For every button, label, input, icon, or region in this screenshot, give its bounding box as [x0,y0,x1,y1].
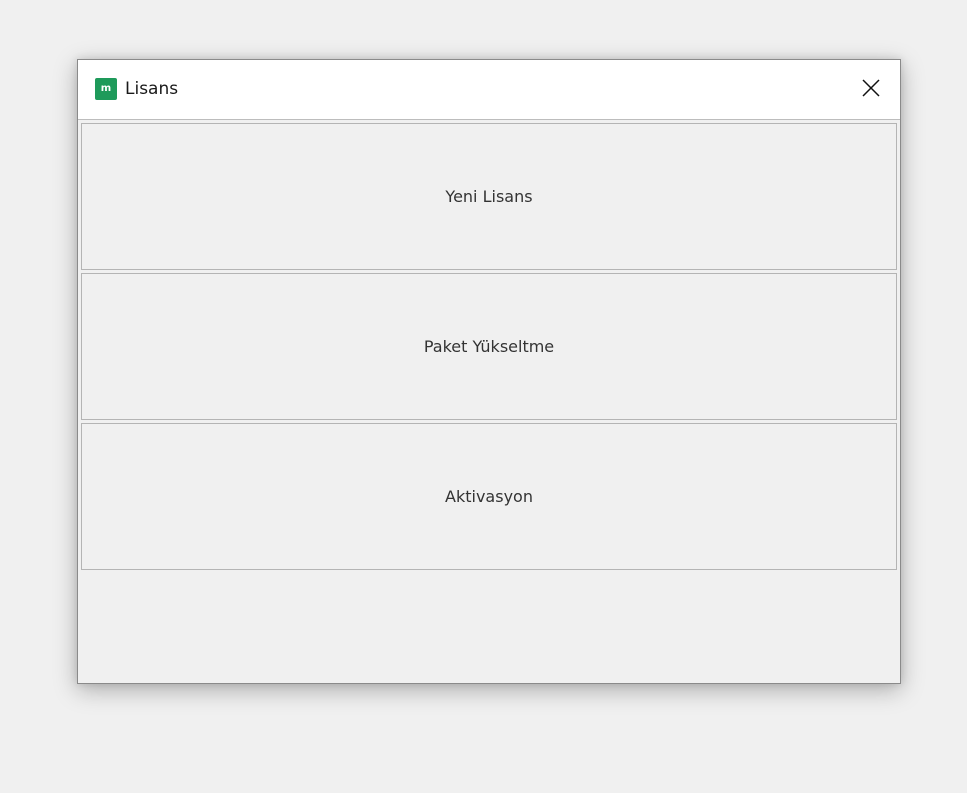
activation-button[interactable]: Aktivasyon [81,423,897,570]
license-dialog: m Lisans Yeni Lisans Paket Yükseltme Akt… [77,59,901,684]
package-upgrade-button[interactable]: Paket Yükseltme [81,273,897,420]
window-title: Lisans [125,79,179,99]
desktop-background: m Lisans Yeni Lisans Paket Yükseltme Akt… [0,0,967,793]
new-license-button[interactable]: Yeni Lisans [81,123,897,270]
close-button[interactable] [840,60,900,119]
title-bar: m Lisans [78,60,900,120]
close-icon [862,79,880,97]
dialog-body: Yeni Lisans Paket Yükseltme Aktivasyon [81,123,897,573]
app-logo-icon: m [95,78,117,100]
